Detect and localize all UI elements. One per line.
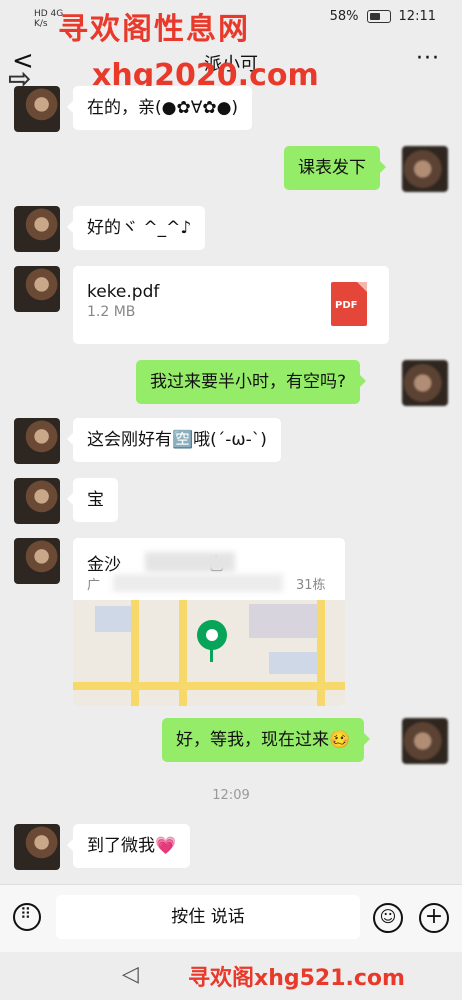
message-bubble[interactable]: 这会刚好有🈳哦(´-ω-`) <box>67 418 281 462</box>
message-bubble[interactable]: 在的，亲(●✿∀✿●) <box>66 86 253 130</box>
timestamp: 12:09 <box>212 788 250 803</box>
back-triangle-icon[interactable]: ◁ <box>122 962 139 987</box>
file-message[interactable]: keke.pdf 1.2 MB PDF <box>73 266 389 344</box>
avatar[interactable] <box>14 86 60 132</box>
clock: 12:11 <box>398 9 436 24</box>
avatar[interactable] <box>402 360 448 406</box>
plus-icon[interactable]: + <box>419 903 449 933</box>
blurred-address <box>113 574 283 592</box>
watermark-bottom: 寻欢阁xhg521.com <box>188 966 405 991</box>
avatar[interactable] <box>14 418 60 464</box>
avatar[interactable] <box>14 206 60 252</box>
message-bubble[interactable]: 课表发下 <box>284 146 386 190</box>
file-name: keke.pdf <box>87 282 160 302</box>
message-bubble[interactable]: 好的ヾ ^_^♪ <box>66 206 206 250</box>
avatar[interactable] <box>14 266 60 312</box>
avatar[interactable] <box>14 824 60 870</box>
emoji-icon[interactable]: ☺ <box>373 903 403 933</box>
message-bubble[interactable]: 我过来要半小时，有空吗? <box>136 360 367 404</box>
pdf-icon: PDF <box>331 282 367 326</box>
location-pin-icon <box>197 620 227 650</box>
avatar[interactable] <box>402 146 448 192</box>
avatar[interactable] <box>402 718 448 764</box>
map-thumbnail[interactable] <box>73 600 345 706</box>
blurred-text <box>145 552 235 572</box>
message-bubble[interactable]: 好，等我，现在过来🥴 <box>162 718 371 762</box>
status-right: 58% 12:11 <box>330 9 436 24</box>
battery-percent: 58% <box>329 9 359 24</box>
hold-to-talk-button[interactable]: 按住 说话 <box>56 895 360 939</box>
file-size: 1.2 MB <box>87 304 136 320</box>
avatar[interactable] <box>14 478 60 524</box>
system-nav-bar: ◁ 寻欢阁xhg521.com <box>0 952 462 1000</box>
message-bubble[interactable]: 到了微我💗 <box>66 824 191 868</box>
more-options-button[interactable]: ··· <box>416 46 440 71</box>
input-bar: 按住 说话 ☺ + <box>0 884 462 953</box>
battery-icon <box>366 10 391 23</box>
keyboard-icon[interactable] <box>13 903 41 931</box>
message-bubble[interactable]: 宝 <box>67 478 118 522</box>
avatar[interactable] <box>14 538 60 584</box>
location-message[interactable]: 金沙也 广31栋 <box>73 538 345 706</box>
